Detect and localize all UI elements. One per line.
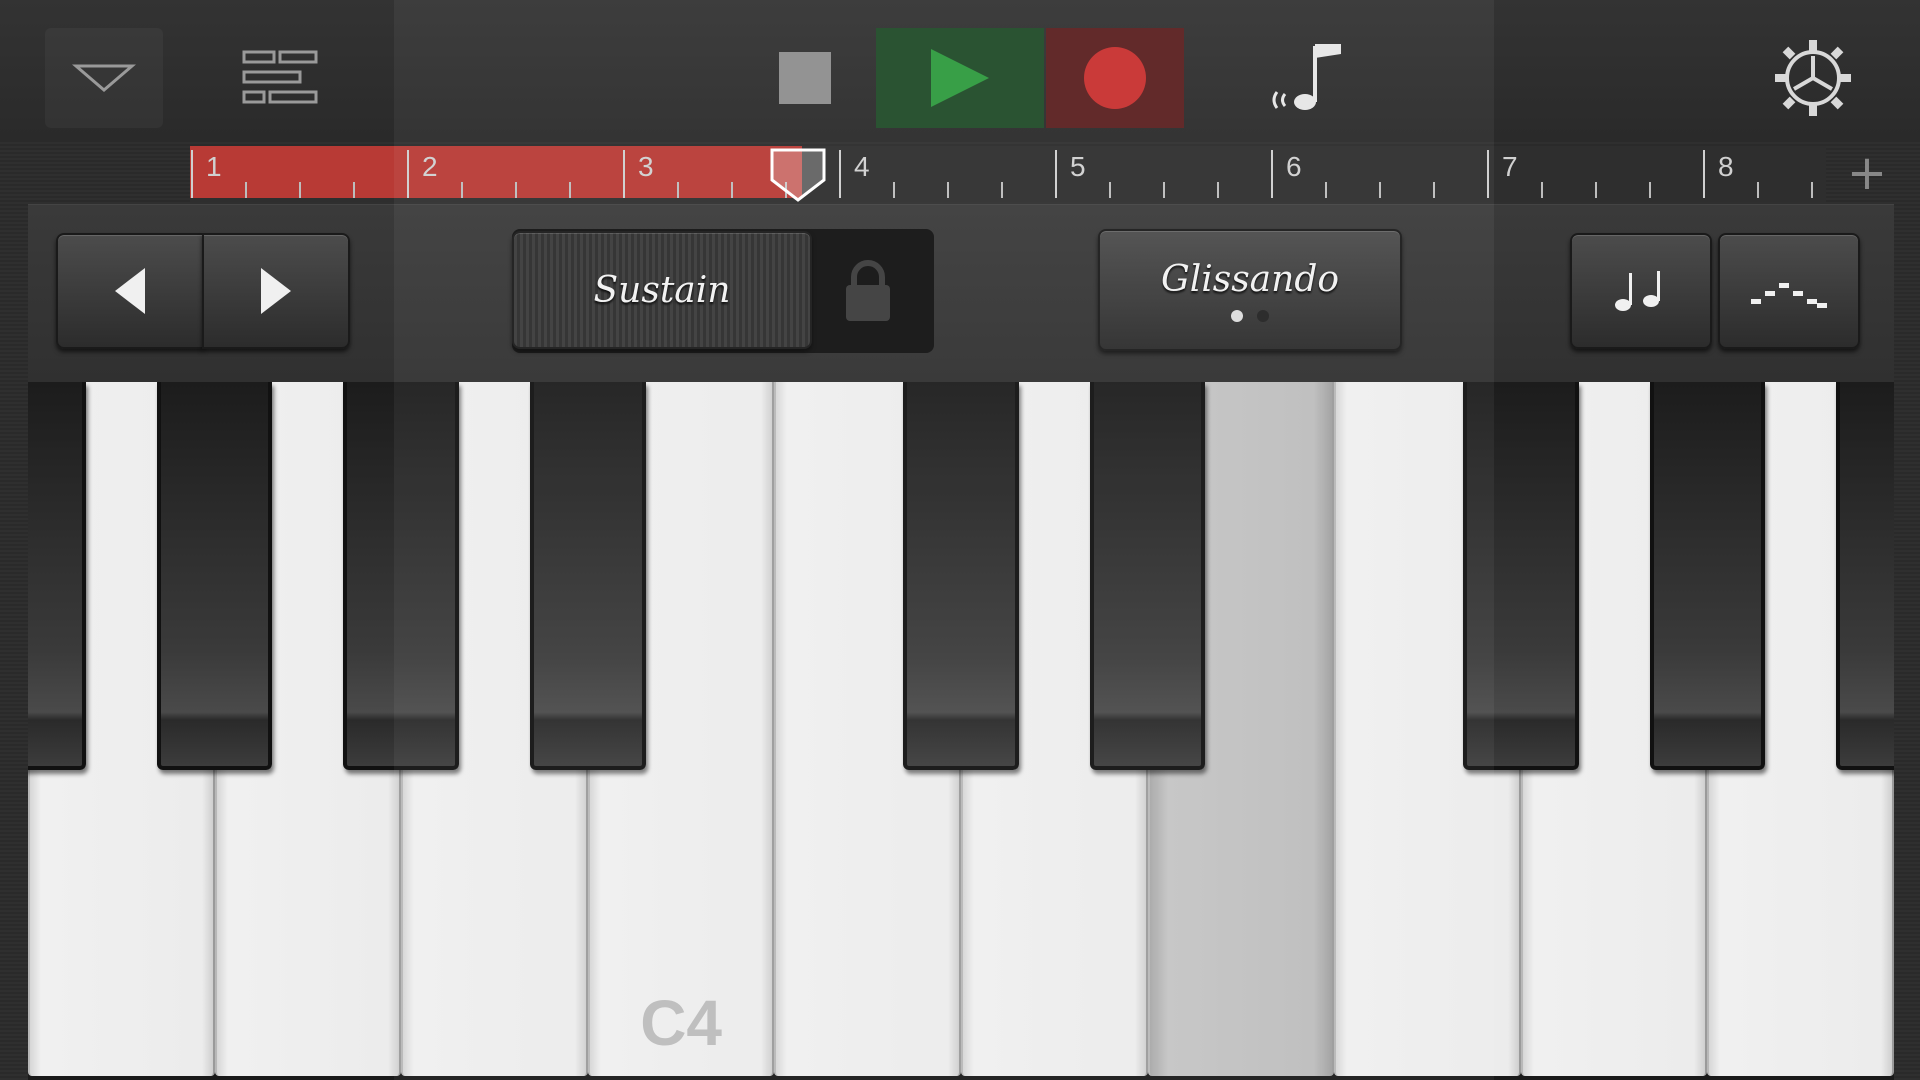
- bar-number: 8: [1718, 151, 1734, 182]
- bar-number: 3: [638, 151, 654, 182]
- octave-down-button[interactable]: [56, 233, 204, 349]
- bar-number: 1: [206, 151, 222, 182]
- recorded-region: [190, 146, 802, 198]
- sustain-label: Sustain: [593, 269, 731, 311]
- record-icon[interactable]: [1046, 28, 1184, 128]
- black-key[interactable]: [343, 382, 460, 770]
- page-indicator: [1231, 309, 1269, 322]
- gear-icon[interactable]: [1768, 28, 1858, 128]
- bar-number: 5: [1070, 151, 1086, 182]
- tracks-view-icon[interactable]: [230, 28, 330, 128]
- page-dot-active: [1231, 309, 1243, 322]
- scale-icon: [1751, 283, 1827, 308]
- black-key[interactable]: [1836, 382, 1894, 770]
- black-key[interactable]: [28, 382, 86, 770]
- stop-icon[interactable]: [760, 28, 850, 128]
- garageband-keyboard-app: 1 2 3 4 5 6 7 8 + Sustain Glissando C4: [0, 0, 1920, 1080]
- page-dot: [1257, 309, 1269, 322]
- ruler-canvas: 1 2 3 4 5 6 7 8: [190, 146, 1813, 202]
- triangle-down-icon[interactable]: [45, 28, 163, 128]
- lock-icon[interactable]: [838, 255, 898, 325]
- note-icon[interactable]: [1262, 28, 1352, 128]
- black-key[interactable]: [1649, 382, 1766, 770]
- black-key[interactable]: [903, 382, 1019, 770]
- bar-number: 7: [1502, 151, 1518, 182]
- sustain-button[interactable]: Sustain: [512, 231, 812, 349]
- notes-icon: [1615, 271, 1660, 311]
- timeline-ruler[interactable]: 1 2 3 4 5 6 7 8: [190, 146, 1826, 202]
- glissando-button[interactable]: Glissando: [1098, 229, 1402, 351]
- play-icon[interactable]: [876, 28, 1044, 128]
- bar-number: 6: [1286, 151, 1302, 182]
- left-arrow-icon: [115, 268, 145, 314]
- piano-keyboard: C4: [28, 382, 1894, 1080]
- toolbar: [0, 0, 1920, 140]
- bar-number: 4: [854, 151, 870, 182]
- arpeggiator-button[interactable]: [1570, 233, 1712, 349]
- right-arrow-icon: [261, 268, 291, 314]
- black-key[interactable]: [529, 382, 646, 770]
- octave-label: C4: [640, 987, 722, 1059]
- octave-up-button[interactable]: [202, 233, 350, 349]
- black-key[interactable]: [156, 382, 273, 770]
- glissando-label: Glissando: [1160, 258, 1340, 300]
- add-section-button[interactable]: +: [1842, 148, 1892, 198]
- black-key[interactable]: [1089, 382, 1206, 770]
- controls-strip: Sustain Glissando: [28, 204, 1894, 383]
- scale-button[interactable]: [1718, 233, 1860, 349]
- bar-number: 2: [422, 151, 438, 182]
- sustain-control: Sustain: [512, 229, 934, 353]
- black-key[interactable]: [1462, 382, 1579, 770]
